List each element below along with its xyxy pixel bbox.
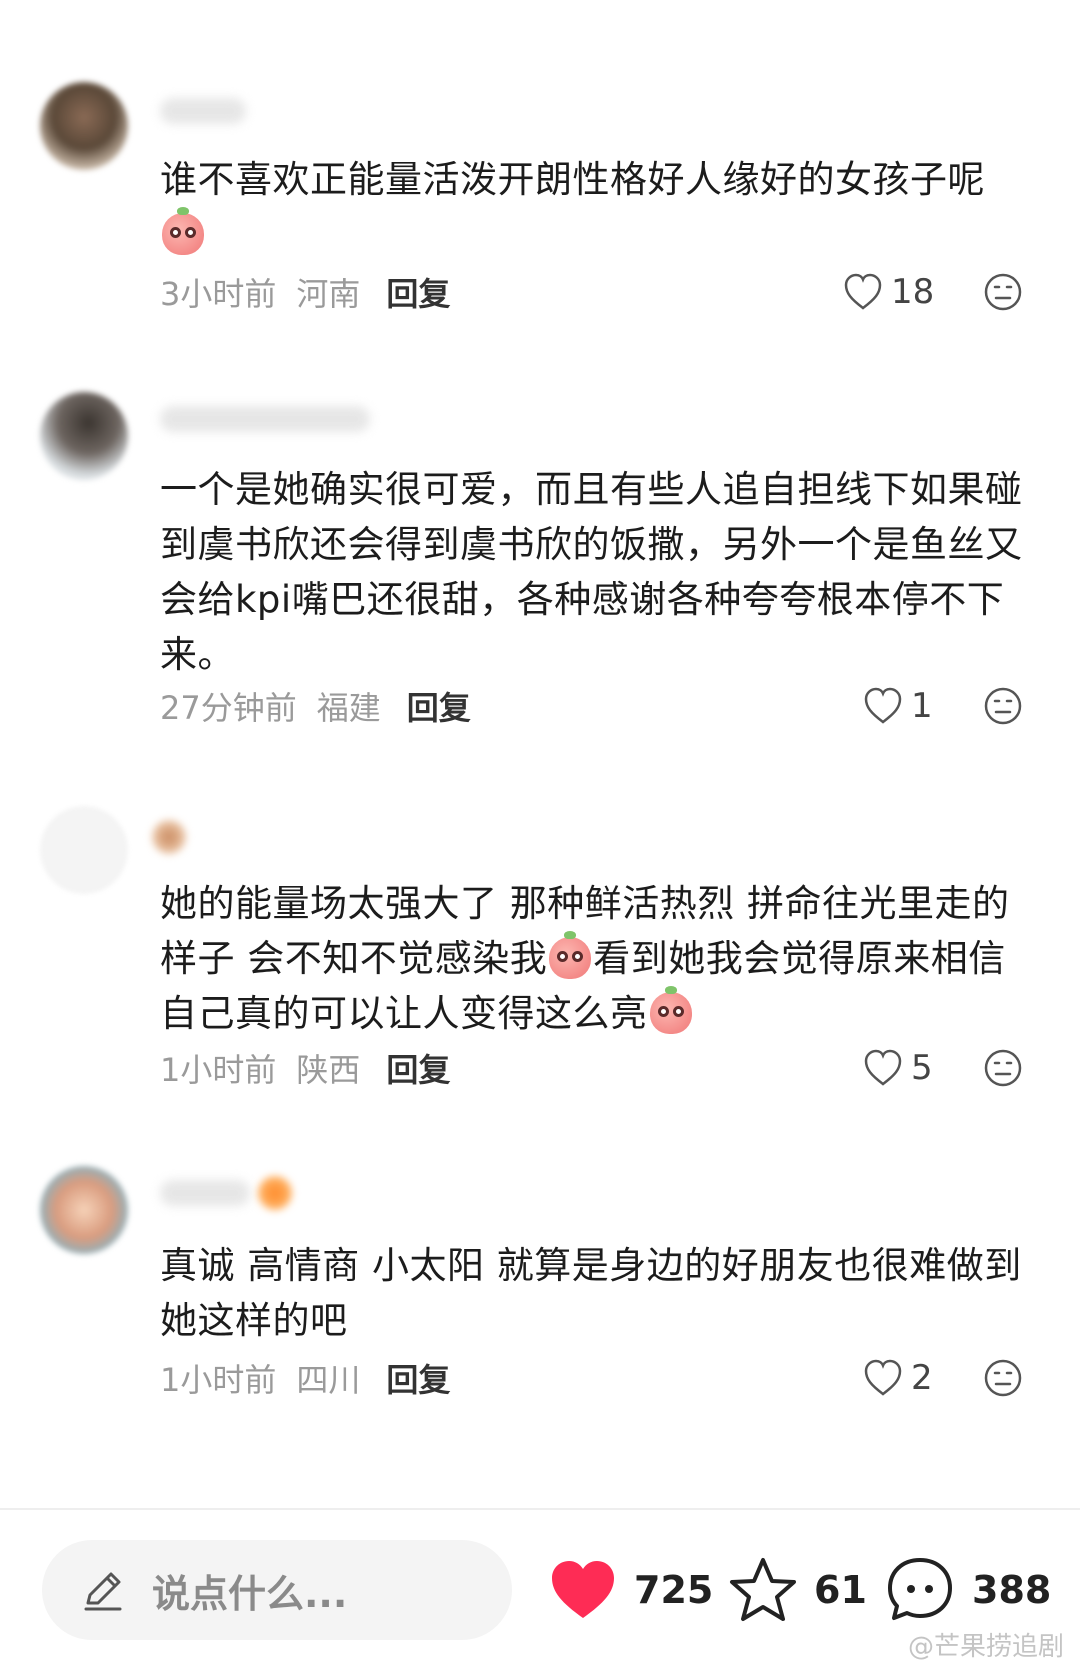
reply-button[interactable]: 回复 (386, 269, 450, 315)
username[interactable] (160, 1180, 250, 1206)
comment-meta: 3小时前 河南 回复 (160, 270, 450, 314)
username[interactable] (160, 98, 246, 124)
favorite-button[interactable]: 61 (728, 1550, 867, 1630)
reply-button[interactable]: 回复 (386, 1045, 450, 1091)
comment-location: 四川 (296, 1361, 361, 1399)
like-count: 18 (891, 272, 935, 312)
username-emoji (152, 820, 186, 854)
like-button[interactable]: 5 (863, 1046, 933, 1090)
comment-location: 河南 (296, 275, 361, 313)
comment-text: 谁不喜欢正能量活泼开朗性格好人缘好的女孩子呢 (160, 152, 1035, 262)
comment-button[interactable]: 388 (884, 1550, 1051, 1630)
comment-text: 真诚 高情商 小太阳 就算是身边的好朋友也很难做到她这样的吧 (160, 1244, 1022, 1342)
comment-meta: 1小时前 四川 回复 (160, 1356, 450, 1400)
heart-outline-icon (864, 1049, 902, 1086)
like-count: 1 (911, 686, 933, 726)
bottom-action-bar: 说点什么... 725 61 388 @芒果捞追剧 (0, 1510, 1080, 1667)
avatar[interactable] (40, 392, 128, 480)
peach-emoji-icon (549, 931, 592, 979)
watermark: @芒果捞追剧 (907, 1632, 1064, 1662)
comment-location: 陕西 (296, 1051, 361, 1089)
comment-text: 一个是她确实很可爱，而且有些人追自担线下如果碰到虞书欣还会得到虞书欣的饭撒，另外… (160, 468, 1023, 676)
unhappy-face-icon[interactable] (983, 1358, 1023, 1398)
comment-input-placeholder: 说点什么... (152, 1571, 348, 1616)
avatar[interactable] (40, 806, 128, 894)
chat-bubble-icon (888, 1558, 952, 1620)
comment-input[interactable]: 说点什么... (42, 1540, 512, 1640)
like-button[interactable]: 18 (843, 270, 934, 314)
comment-meta: 27分钟前 福建 回复 (160, 684, 471, 728)
unhappy-face-icon[interactable] (983, 272, 1023, 312)
unhappy-face-icon[interactable] (983, 1048, 1023, 1088)
heart-outline-icon (864, 687, 902, 724)
avatar[interactable] (40, 82, 128, 170)
peach-emoji-icon (649, 986, 692, 1034)
heart-outline-icon (864, 1359, 902, 1396)
comment-text: 她的能量场太强大了 那种鲜活热烈 拼命往光里走的样子 会不知不觉感染我 看到她我会… (160, 882, 1010, 1035)
comment-meta: 1小时前 陕西 回复 (160, 1046, 450, 1090)
star-icon (730, 1558, 796, 1621)
username[interactable] (160, 406, 370, 432)
like-button[interactable]: 1 (863, 684, 933, 728)
pencil-icon (84, 1572, 122, 1611)
like-button[interactable]: 2 (863, 1356, 933, 1400)
like-count: 725 (634, 1568, 714, 1612)
like-post-button[interactable]: 725 (548, 1550, 713, 1630)
heart-filled-icon (552, 1561, 614, 1618)
comment-time: 27分钟前 (160, 689, 297, 727)
reply-button[interactable]: 回复 (407, 683, 471, 729)
unhappy-face-icon[interactable] (983, 686, 1023, 726)
avatar[interactable] (40, 1166, 128, 1254)
like-count: 2 (911, 1358, 933, 1398)
username-emoji (258, 1176, 292, 1210)
comment-time: 1小时前 (160, 1361, 277, 1399)
peach-emoji-icon (162, 207, 204, 255)
reply-button[interactable]: 回复 (386, 1355, 450, 1401)
comment-time: 1小时前 (160, 1051, 277, 1089)
comment-time: 3小时前 (160, 275, 277, 313)
comment-location: 福建 (316, 689, 381, 727)
heart-outline-icon (844, 273, 882, 310)
like-count: 5 (911, 1048, 933, 1088)
favorite-count: 61 (814, 1568, 867, 1612)
comment-count: 388 (972, 1568, 1052, 1612)
